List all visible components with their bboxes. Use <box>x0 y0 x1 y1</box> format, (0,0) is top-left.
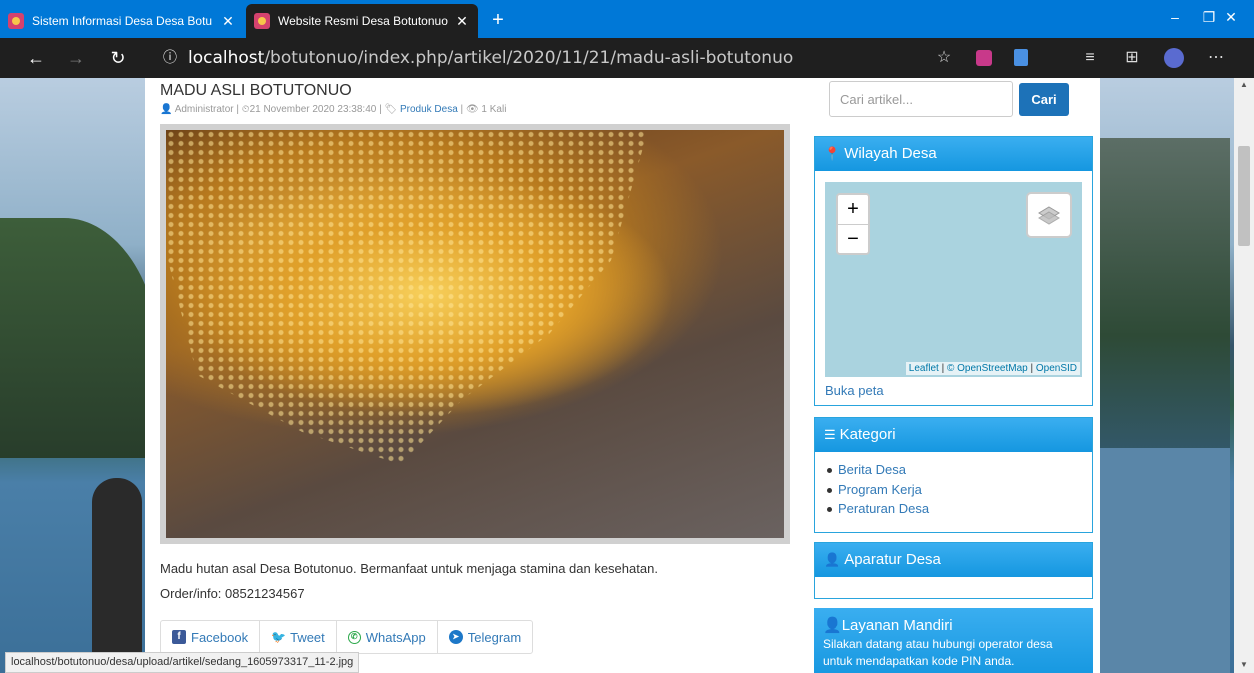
scroll-up-icon[interactable]: ▲ <box>1234 80 1254 89</box>
article-views: 1 Kali <box>481 104 507 115</box>
close-tab-icon[interactable]: ✕ <box>454 13 470 30</box>
layers-button[interactable] <box>1026 192 1072 238</box>
search-button[interactable]: Cari <box>1019 83 1069 116</box>
article-description: Madu hutan asal Desa Botutonuo. Bermanfa… <box>160 561 658 576</box>
status-bar-url: localhost/botutonuo/desa/upload/artikel/… <box>5 652 360 673</box>
sidebar: Cari 📍Wilayah Desa + − Leaflet | <box>811 78 1095 673</box>
tab-title: Sistem Informasi Desa Desa Botu <box>32 14 213 28</box>
tab-title: Website Resmi Desa Botutonuo <box>278 14 448 28</box>
page-viewport: MADU ASLI BOTUTONUO 👤 Administrator | ⏲2… <box>0 78 1254 673</box>
opensid-link[interactable]: OpenSID <box>1036 363 1077 374</box>
tag-icon: 🏷 <box>384 104 398 115</box>
whatsapp-icon: ✆ <box>347 630 361 644</box>
aparatur-desa-header: 👤 Aparatur Desa <box>815 543 1092 577</box>
article-date: 21 November 2020 23:38:40 <box>249 104 377 115</box>
browser-toolbar: ← → ↻ ⓘ localhost/botutonuo/index.php/art… <box>0 38 1254 78</box>
url-path: /botutonuo/index.php/artikel/2020/11/21/… <box>264 48 794 68</box>
favorites-list-icon[interactable]: ≡ <box>1080 48 1100 68</box>
search-input[interactable] <box>829 81 1013 117</box>
background-scenery <box>1100 138 1230 468</box>
open-map-link[interactable]: Buka peta <box>825 383 884 398</box>
collections-icon[interactable]: ⊞ <box>1122 48 1142 68</box>
wilayah-desa-header: 📍 Wilayah Desa <box>815 137 1092 171</box>
background-person <box>92 478 142 673</box>
user-icon: 👤 <box>824 552 841 567</box>
scrollbar-thumb[interactable] <box>1238 146 1250 246</box>
close-tab-icon[interactable]: ✕ <box>220 13 236 30</box>
share-whatsapp-button[interactable]: ✆ WhatsApp <box>337 621 438 653</box>
site-info-icon[interactable]: ⓘ <box>160 44 180 72</box>
reading-icon[interactable] <box>1014 49 1028 66</box>
share-twitter-button[interactable]: 🐦 Tweet <box>260 621 337 653</box>
zoom-out-button[interactable]: − <box>838 224 868 253</box>
kategori-item[interactable]: Peraturan Desa <box>827 499 1092 519</box>
scroll-down-icon[interactable]: ▼ <box>1234 660 1254 669</box>
kategori-item[interactable]: Berita Desa <box>827 460 1092 480</box>
address-bar[interactable]: ⓘ localhost/botutonuo/index.php/artikel/2… <box>150 44 970 72</box>
article-author: Administrator <box>174 104 234 115</box>
profile-avatar[interactable] <box>1164 48 1184 68</box>
article-meta: 👤 Administrator | ⏲21 November 2020 23:3… <box>160 104 507 115</box>
layers-icon <box>1038 206 1060 225</box>
more-menu-icon[interactable]: ⋯ <box>1206 48 1226 68</box>
page-content: MADU ASLI BOTUTONUO 👤 Administrator | ⏲2… <box>145 78 1100 673</box>
share-buttons: f Facebook 🐦 Tweet ✆ WhatsApp ➤ Telegram <box>160 620 534 654</box>
share-telegram-button[interactable]: ➤ Telegram <box>438 621 532 653</box>
user-icon: 👤 <box>160 104 173 115</box>
telegram-icon: ➤ <box>448 630 463 644</box>
favorite-star-icon[interactable]: ☆ <box>934 48 954 68</box>
article-image-frame[interactable] <box>160 124 790 544</box>
map-attribution: Leaflet | © OpenStreetMap | OpenSID <box>905 362 1080 375</box>
article-order-info: Order/info: 08521234567 <box>160 586 305 601</box>
url-host: localhost <box>188 48 265 68</box>
leaflet-link[interactable]: Leaflet <box>909 363 939 374</box>
extension-icon[interactable] <box>976 50 992 66</box>
list-icon: ☰ <box>824 427 836 442</box>
clock-icon: ⏲ <box>241 104 250 115</box>
eye-icon: 👁 <box>465 104 479 115</box>
article-title: MADU ASLI BOTUTONUO <box>160 82 352 99</box>
kategori-list: Berita Desa Program Kerja Peraturan Desa <box>815 452 1092 519</box>
osm-link[interactable]: © OpenStreetMap <box>947 363 1028 374</box>
aparatur-desa-box: 👤 Aparatur Desa <box>814 542 1093 599</box>
kategori-box: ☰ Kategori Berita Desa Program Kerja Pera… <box>814 417 1093 533</box>
site-favicon-icon <box>8 13 24 29</box>
village-map[interactable]: + − Leaflet | © OpenStreetMap | OpenSID <box>825 182 1082 377</box>
kategori-header: ☰ Kategori <box>815 418 1092 452</box>
article-image[interactable] <box>166 130 784 538</box>
facebook-icon: f <box>172 630 186 644</box>
background-scenery <box>1100 448 1230 673</box>
map-marker-icon: 📍 <box>824 146 841 161</box>
user-icon: 👤 <box>823 617 842 634</box>
back-icon[interactable]: ← <box>22 44 50 72</box>
zoom-in-button[interactable]: + <box>838 195 868 224</box>
layanan-mandiri-box: 👤Layanan Mandiri Silakan datang atau hub… <box>814 608 1093 673</box>
search-form: Cari <box>829 81 1089 117</box>
wilayah-desa-box: 📍 Wilayah Desa + − Leaflet | © OpenStreet… <box>814 136 1093 406</box>
refresh-icon[interactable]: ↻ <box>104 44 132 72</box>
page-scrollbar[interactable]: ▲ ▼ <box>1234 78 1254 673</box>
background-scenery <box>0 218 160 458</box>
browser-tab[interactable]: Sistem Informasi Desa Desa Botu ✕ <box>0 4 244 38</box>
site-favicon-icon <box>254 13 270 29</box>
layanan-mandiri-text: Silakan datang atau hubungi operator des… <box>823 637 1053 668</box>
share-facebook-button[interactable]: f Facebook <box>161 621 261 653</box>
kategori-item[interactable]: Program Kerja <box>827 480 1092 500</box>
zoom-control: + − <box>836 193 870 255</box>
new-tab-button[interactable]: + <box>486 8 510 34</box>
layanan-mandiri-header: 👤Layanan Mandiri <box>823 617 953 634</box>
browser-tab-active[interactable]: Website Resmi Desa Botutonuo ✕ <box>246 4 478 38</box>
forward-icon[interactable]: → <box>62 44 90 72</box>
browser-tab-bar: Sistem Informasi Desa Desa Botu ✕ Websit… <box>0 0 1254 38</box>
twitter-icon: 🐦 <box>271 630 287 644</box>
article-category-link[interactable]: Produk Desa <box>400 104 458 115</box>
close-window-icon[interactable]: ✕ <box>1208 0 1254 34</box>
